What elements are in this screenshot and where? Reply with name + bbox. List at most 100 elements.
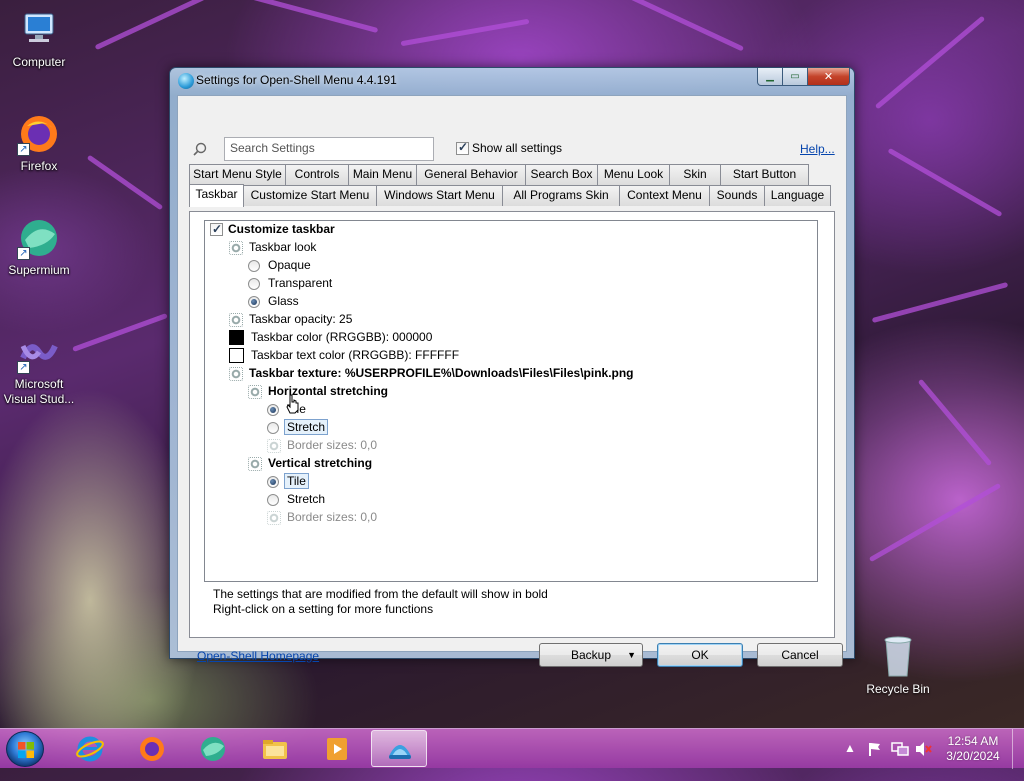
recycle-bin-icon bbox=[878, 630, 918, 678]
tab-windows-start-menu[interactable]: Windows Start Menu bbox=[376, 185, 503, 206]
tab-all-programs-skin[interactable]: All Programs Skin bbox=[502, 185, 620, 206]
tab-start-button[interactable]: Start Button bbox=[720, 164, 809, 185]
setting-v-border-sizes[interactable]: Border sizes: 0,0 bbox=[267, 509, 379, 526]
setting-label: Stretch bbox=[287, 492, 326, 506]
supermium-icon: ↗ bbox=[17, 216, 61, 260]
tab-main-menu[interactable]: Main Menu bbox=[348, 164, 417, 185]
tab-context-menu[interactable]: Context Menu bbox=[619, 185, 710, 206]
tab-start-menu-style[interactable]: Start Menu Style bbox=[189, 164, 286, 185]
window-title: Settings for Open-Shell Menu 4.4.191 bbox=[196, 73, 397, 87]
cancel-button[interactable]: Cancel bbox=[757, 643, 843, 667]
setting-customize-taskbar[interactable]: Customize taskbar bbox=[210, 221, 337, 238]
setting-label: Horizontal stretching bbox=[268, 384, 389, 398]
settings-window: Settings for Open-Shell Menu 4.4.191 ▁ ▭… bbox=[169, 67, 855, 667]
supermium-icon bbox=[201, 737, 225, 761]
tab-controls[interactable]: Controls bbox=[285, 164, 349, 185]
shortcut-arrow-icon: ↗ bbox=[17, 247, 30, 260]
taskbar-file-explorer[interactable] bbox=[247, 730, 303, 767]
desktop-icon-label: Recycle Bin bbox=[866, 682, 930, 696]
desktop-icon-firefox[interactable]: ↗ Firefox bbox=[0, 112, 78, 174]
radio-icon bbox=[248, 259, 260, 272]
search-icon bbox=[193, 142, 207, 156]
radio-v-tile[interactable]: Tile bbox=[267, 473, 309, 490]
setting-h-border-sizes[interactable]: Border sizes: 0,0 bbox=[267, 437, 379, 454]
setting-taskbar-color[interactable]: Taskbar color (RRGGBB): 000000 bbox=[229, 329, 434, 346]
tab-taskbar[interactable]: Taskbar bbox=[189, 184, 244, 207]
ok-button[interactable]: OK bbox=[657, 643, 743, 667]
checkbox-icon bbox=[456, 140, 469, 156]
desktop-icon-recycle-bin[interactable]: Recycle Bin bbox=[860, 630, 936, 696]
setting-taskbar-look[interactable]: Taskbar look bbox=[229, 239, 318, 256]
show-hidden-icons-button[interactable]: ▲ bbox=[844, 741, 856, 781]
taskbar-open-shell-settings[interactable] bbox=[371, 730, 427, 767]
setting-taskbar-opacity[interactable]: Taskbar opacity: 25 bbox=[229, 311, 354, 328]
visual-studio-icon: ↗ bbox=[17, 330, 61, 374]
tab-skin[interactable]: Skin bbox=[669, 164, 721, 185]
firefox-icon bbox=[140, 737, 164, 761]
setting-vertical-stretching[interactable]: Vertical stretching bbox=[248, 455, 374, 472]
taskbar-supermium[interactable] bbox=[185, 730, 241, 767]
maximize-button[interactable]: ▭ bbox=[782, 68, 808, 86]
note-bold-settings: The settings that are modified from the … bbox=[213, 587, 548, 601]
setting-label: Vertical stretching bbox=[268, 456, 373, 470]
show-all-settings-checkbox[interactable]: Show all settings bbox=[456, 140, 563, 156]
radio-icon bbox=[267, 493, 279, 506]
tab-search-box[interactable]: Search Box bbox=[525, 164, 598, 185]
taskbar: ▲ 12:54 AM 3/20/2024 bbox=[0, 728, 1024, 769]
setting-gear-icon bbox=[229, 366, 243, 381]
setting-gear-icon bbox=[229, 240, 243, 255]
tab-language[interactable]: Language bbox=[764, 185, 831, 206]
setting-horizontal-stretching[interactable]: Horizontal stretching bbox=[248, 383, 390, 400]
taskbar-internet-explorer[interactable] bbox=[62, 730, 118, 767]
network-icon[interactable] bbox=[891, 741, 909, 757]
search-input[interactable]: Search Settings bbox=[224, 137, 434, 161]
media-player-icon bbox=[327, 738, 347, 760]
homepage-link[interactable]: Open-Shell Homepage bbox=[197, 649, 319, 663]
setting-label: Border sizes: 0,0 bbox=[287, 438, 378, 452]
desktop-icon-visual-studio[interactable]: ↗ Microsoft Visual Stud... bbox=[0, 330, 78, 407]
tab-general-behavior[interactable]: General Behavior bbox=[416, 164, 526, 185]
start-button[interactable] bbox=[6, 731, 44, 767]
internet-explorer-icon bbox=[76, 736, 104, 762]
help-link[interactable]: Help... bbox=[800, 142, 835, 156]
setting-taskbar-text-color[interactable]: Taskbar text color (RRGGBB): FFFFFF bbox=[229, 347, 461, 364]
desktop-icon-computer[interactable]: Computer bbox=[0, 8, 78, 70]
checkbox-icon bbox=[210, 221, 223, 238]
open-shell-icon bbox=[178, 73, 194, 89]
backup-button[interactable]: Backup ▼ bbox=[539, 643, 643, 667]
desktop-icon-supermium[interactable]: ↗ Supermium bbox=[0, 216, 78, 278]
note-right-click: Right-click on a setting for more functi… bbox=[213, 602, 434, 616]
radio-v-stretch[interactable]: Stretch bbox=[267, 491, 327, 508]
radio-opaque[interactable]: Opaque bbox=[248, 257, 313, 274]
color-swatch bbox=[229, 330, 244, 346]
setting-gear-icon bbox=[229, 312, 243, 327]
taskbar-media-player[interactable] bbox=[309, 730, 365, 767]
shortcut-arrow-icon: ↗ bbox=[17, 143, 30, 156]
action-center-flag-icon[interactable] bbox=[866, 741, 882, 757]
setting-label: Taskbar color (RRGGBB): 000000 bbox=[251, 330, 433, 344]
setting-gear-icon bbox=[248, 456, 262, 471]
taskbar-clock[interactable]: 12:54 AM 3/20/2024 bbox=[940, 734, 1006, 764]
desktop-icon-label: Firefox bbox=[20, 159, 58, 173]
shortcut-arrow-icon: ↗ bbox=[17, 361, 30, 374]
title-bar[interactable]: Settings for Open-Shell Menu 4.4.191 ▁ ▭… bbox=[170, 68, 854, 94]
windows-logo-icon bbox=[18, 742, 34, 758]
show-all-label: Show all settings bbox=[472, 141, 563, 155]
clock-time: 12:54 AM bbox=[947, 734, 999, 748]
tab-menu-look[interactable]: Menu Look bbox=[597, 164, 670, 185]
radio-icon bbox=[248, 277, 260, 290]
tab-sounds[interactable]: Sounds bbox=[709, 185, 765, 206]
show-desktop-button[interactable] bbox=[1012, 729, 1024, 769]
open-shell-icon bbox=[389, 745, 411, 759]
minimize-button[interactable]: ▁ bbox=[757, 68, 783, 86]
volume-muted-icon[interactable] bbox=[915, 741, 933, 757]
setting-gear-icon bbox=[248, 384, 262, 399]
taskbar-firefox[interactable] bbox=[124, 730, 180, 767]
close-button[interactable]: ✕ bbox=[807, 68, 850, 86]
tab-customize-start-menu[interactable]: Customize Start Menu bbox=[243, 185, 377, 206]
radio-h-stretch[interactable]: Stretch bbox=[267, 419, 329, 436]
radio-glass[interactable]: Glass bbox=[248, 293, 301, 310]
setting-label: Taskbar texture: %USERPROFILE%\Downloads… bbox=[249, 366, 634, 380]
setting-taskbar-texture[interactable]: Taskbar texture: %USERPROFILE%\Downloads… bbox=[229, 365, 636, 382]
radio-transparent[interactable]: Transparent bbox=[248, 275, 334, 292]
